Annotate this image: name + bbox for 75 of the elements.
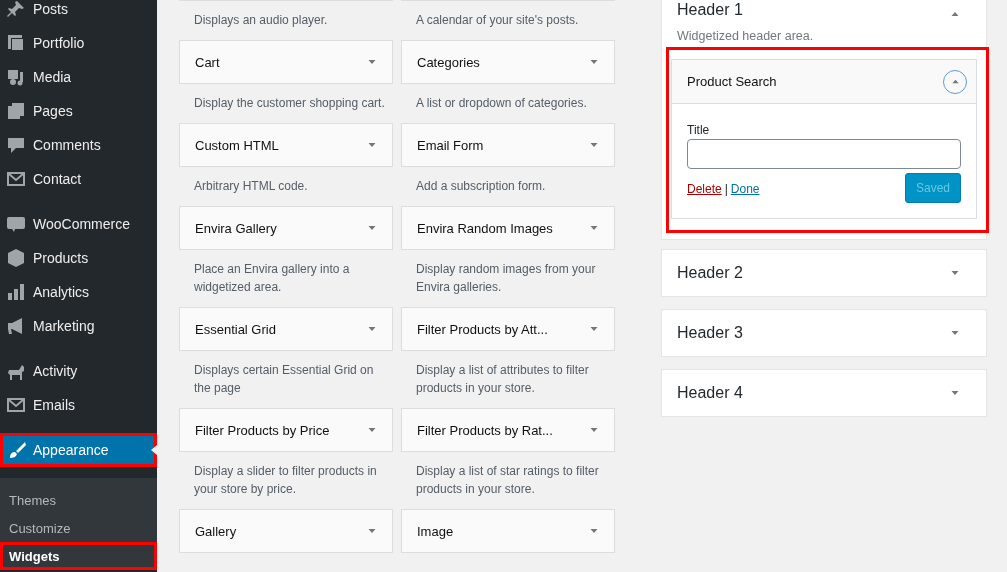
widget-title: Email Form: [417, 137, 484, 153]
field-label: Title: [687, 123, 711, 137]
menu-item[interactable]: Emails: [0, 388, 157, 422]
media-icon: [6, 67, 26, 87]
widget-card[interactable]: Categories: [401, 40, 615, 84]
widget-card[interactable]: Envira Gallery: [179, 206, 393, 250]
menu-item[interactable]: Media: [0, 60, 157, 94]
widget-description: Display a list of star ratings to filter products in your store.: [415, 463, 600, 498]
menu-item[interactable]: Comments: [0, 128, 157, 162]
widget-description: A calendar of your site's posts.: [415, 12, 580, 29]
widget-description: Display random images from your Envira galleries.: [415, 261, 597, 296]
area-title[interactable]: Header 2: [677, 264, 743, 282]
submenu-item[interactable]: Widgets: [0, 542, 157, 570]
title-field[interactable]: [687, 139, 961, 169]
envelope-icon: [6, 169, 26, 189]
widget-card[interactable]: Filter Products by Rat...: [401, 408, 615, 452]
area-description: Widgetized header area.: [676, 28, 815, 45]
widget-description: Displays an audio player.: [193, 12, 329, 29]
area-title[interactable]: Header 4: [677, 384, 743, 402]
widget-card[interactable]: Custom HTML: [179, 123, 393, 167]
menu-item[interactable]: Posts: [0, 0, 157, 26]
area-title[interactable]: Header 3: [677, 324, 743, 342]
widget-title: Envira Random Images: [417, 220, 553, 236]
widget-card[interactable]: Email Form: [401, 123, 615, 167]
widget-title: Filter Products by Att...: [417, 321, 548, 337]
widget-card[interactable]: Envira Random Images: [401, 206, 615, 250]
widget-card[interactable]: Cart: [179, 40, 393, 84]
separator-text: |: [724, 182, 728, 196]
widget-description: Place an Envira gallery into a widgetized area.: [193, 261, 351, 296]
menu-item[interactable]: Appearance: [0, 433, 157, 467]
widget-description: Display a slider to filter products in your store by price.: [193, 463, 378, 498]
widget-title: Essential Grid: [195, 321, 276, 337]
widget-card[interactable]: Filter Products by Price: [179, 408, 393, 452]
area-title[interactable]: Header 1: [677, 1, 743, 19]
menu-item[interactable]: Products: [0, 241, 157, 275]
woo-icon: [6, 214, 26, 234]
comment-icon: [6, 135, 26, 155]
widget-card[interactable]: Essential Grid: [179, 307, 393, 351]
portfolio-icon: [6, 33, 26, 53]
menu-item[interactable]: Pages: [0, 94, 157, 128]
bar-chart-icon: [6, 282, 26, 302]
widget-title: Gallery: [195, 523, 237, 539]
pages-icon: [6, 101, 26, 121]
submenu-item[interactable]: Themes: [0, 486, 157, 514]
widget-title: Envira Gallery: [195, 220, 277, 236]
widget-card[interactable]: Gallery: [179, 509, 393, 553]
done-link[interactable]: Done: [730, 182, 760, 196]
widget-title: Image: [417, 523, 454, 539]
menu-item[interactable]: Activity: [0, 354, 157, 388]
widget-card[interactable]: Filter Products by Att...: [401, 307, 615, 351]
widget-title: Filter Products by Price: [195, 422, 330, 438]
delete-link[interactable]: Delete: [687, 182, 722, 196]
widget-title: Cart: [195, 54, 220, 70]
widget-description: Display a list of attributes to filter products in your store.: [415, 362, 590, 397]
widget-description: Arbitrary HTML code.: [193, 178, 309, 195]
pin-icon: [6, 0, 26, 19]
widget-title: Product Search: [687, 74, 777, 89]
box-icon: [6, 248, 26, 268]
widget-description: Add a subscription form.: [415, 178, 547, 195]
submenu-item[interactable]: Customize: [0, 514, 157, 542]
widget-title: Categories: [417, 54, 480, 70]
widget-title: Custom HTML: [195, 137, 279, 153]
widget-description: Display the customer shopping cart.: [193, 95, 386, 112]
envelope-icon: [6, 395, 26, 415]
widget-card[interactable]: Image: [401, 509, 615, 553]
menu-item[interactable]: WooCommerce: [0, 207, 157, 241]
widget-title: Filter Products by Rat...: [417, 422, 553, 438]
menu-item[interactable]: Analytics: [0, 275, 157, 309]
widget-description: Displays certain Essential Grid on the page: [193, 362, 375, 397]
caret-up-icon: [950, 77, 960, 86]
menu-item[interactable]: Marketing: [0, 309, 157, 343]
menu-item[interactable]: Contact: [0, 162, 157, 196]
pointer-icon: [151, 445, 157, 455]
menu-item[interactable]: Portfolio: [0, 26, 157, 60]
widget-description: A list or dropdown of categories.: [415, 95, 588, 112]
